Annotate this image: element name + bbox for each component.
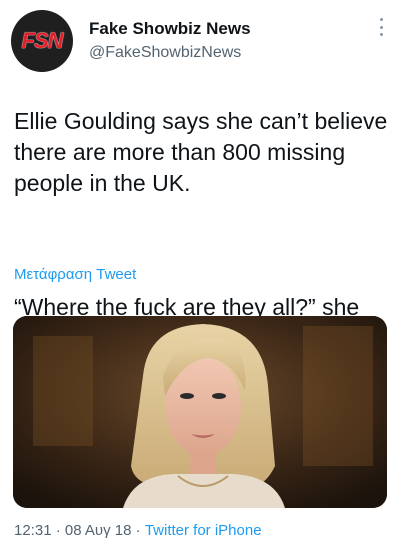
more-vertical-icon[interactable] bbox=[378, 18, 384, 36]
tweet-meta: 12:31 · 08 Αυγ 18 · Twitter for iPhone bbox=[14, 522, 262, 539]
tweet-source-link[interactable]: Twitter for iPhone bbox=[145, 522, 262, 539]
tweet-photo[interactable] bbox=[13, 316, 387, 508]
more-dot bbox=[379, 33, 383, 36]
more-dot bbox=[379, 25, 383, 29]
tweet-text-line: Ellie Goulding says she can’t believe th… bbox=[14, 108, 388, 196]
author-name[interactable]: Fake Showbiz News bbox=[89, 19, 251, 39]
meta-separator: · bbox=[135, 522, 141, 539]
tweet-date[interactable]: 08 Αυγ 18 bbox=[65, 522, 132, 539]
author-handle[interactable]: @FakeShowbizNews bbox=[89, 44, 241, 62]
avatar-logo: FSN bbox=[21, 28, 64, 53]
avatar[interactable]: FSN bbox=[11, 10, 73, 72]
translate-tweet-link[interactable]: Μετάφραση Tweet bbox=[14, 266, 136, 283]
portrait-photo bbox=[13, 316, 387, 508]
tweet-card: FSN Fake Showbiz News @FakeShowbizNews E… bbox=[0, 0, 400, 550]
more-dot bbox=[379, 18, 383, 21]
meta-separator: · bbox=[55, 522, 61, 539]
tweet-time[interactable]: 12:31 bbox=[14, 522, 52, 539]
